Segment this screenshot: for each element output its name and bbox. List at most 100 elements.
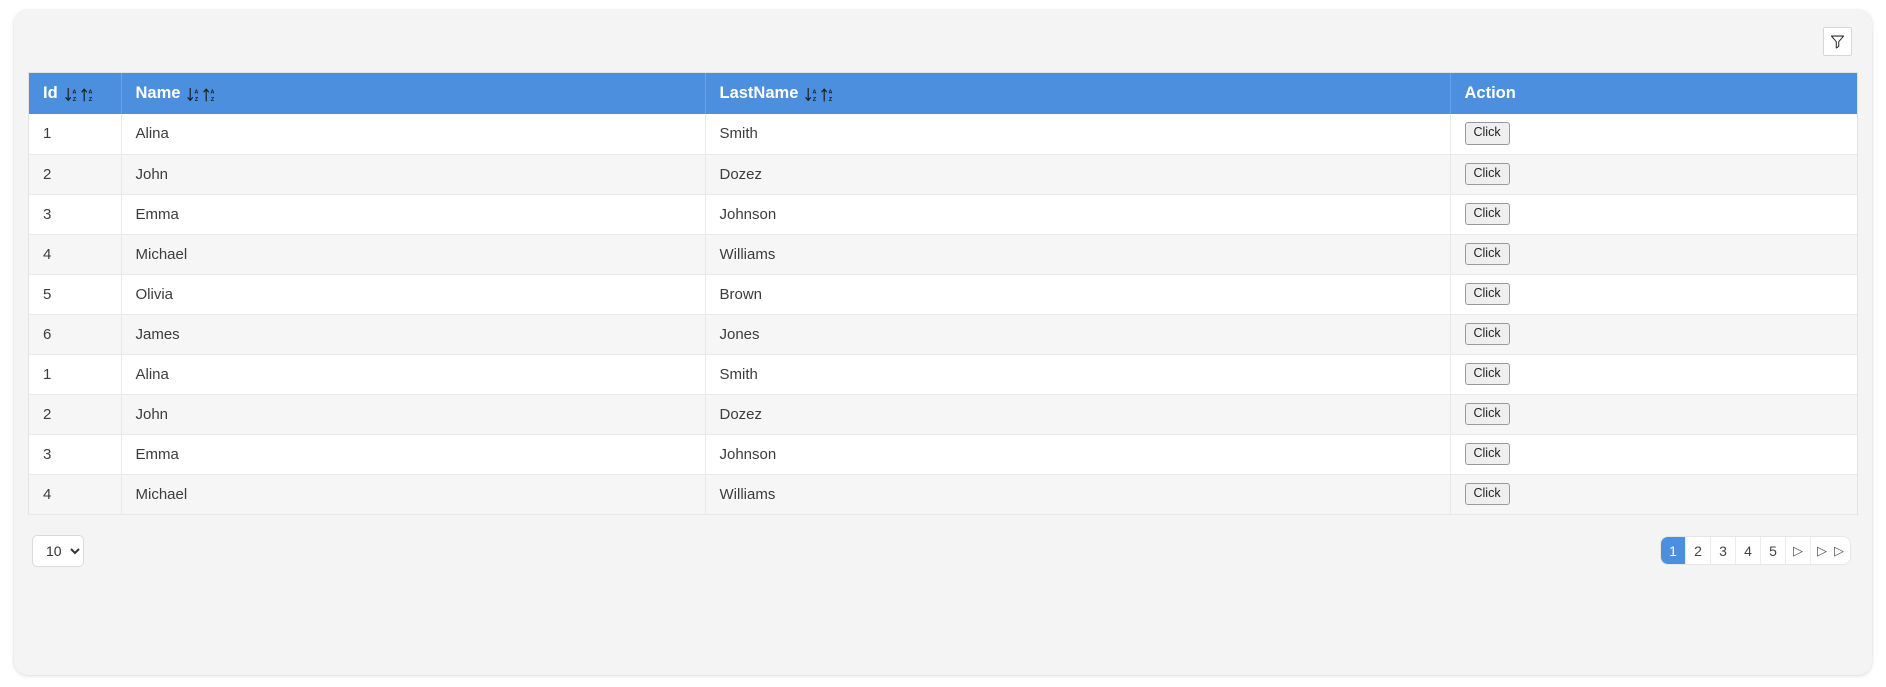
triangle-right-icon: ▷ xyxy=(1793,543,1803,558)
cell-lastname: Smith xyxy=(705,114,1451,155)
table-header-row: Id A Z A Z Name A Z A Z LastName A Z A Z Action xyxy=(29,73,1857,114)
cell-name: James xyxy=(121,314,706,355)
row-click-button[interactable]: Click xyxy=(1464,282,1510,306)
cell-lastname: Williams xyxy=(705,234,1451,275)
table-row: 5 Olivia Brown Click xyxy=(29,274,1857,315)
table-row: 4 Michael Williams Click xyxy=(29,234,1857,275)
row-click-button[interactable]: Click xyxy=(1464,162,1510,186)
cell-name: Alina xyxy=(121,114,706,155)
cell-id: 6 xyxy=(29,314,122,355)
table-row: 3 Emma Johnson Click xyxy=(29,434,1857,475)
svg-text:Z: Z xyxy=(72,97,76,103)
table-footer: 102050100 12345▷▷▷ xyxy=(14,515,1872,587)
svg-text:A: A xyxy=(88,89,92,95)
pagination-next-button[interactable]: ▷ xyxy=(1786,537,1811,564)
cell-name: Emma xyxy=(121,434,706,475)
cell-action: Click xyxy=(1450,474,1857,515)
table-row: 2 John Dozez Click xyxy=(29,154,1857,195)
svg-text:Z: Z xyxy=(88,97,92,103)
column-header-name-label: Name xyxy=(135,84,181,102)
column-header-id-label: Id xyxy=(43,84,58,102)
cell-action: Click xyxy=(1450,114,1857,155)
sort-az-down-icon[interactable]: AZ xyxy=(805,87,818,103)
cell-name: Emma xyxy=(121,194,706,235)
sort-az-up-icon[interactable]: AZ xyxy=(80,87,94,103)
svg-text:Z: Z xyxy=(829,97,833,103)
pagination-page-3[interactable]: 3 xyxy=(1711,537,1736,564)
cell-id: 4 xyxy=(29,234,122,275)
cell-name: John xyxy=(121,394,706,435)
row-click-button[interactable]: Click xyxy=(1464,402,1510,426)
pagination: 1 2 3 4 5 ▷ ▷ ▷ xyxy=(1661,537,1850,564)
cell-id: 2 xyxy=(29,154,122,195)
cell-lastname: Jones xyxy=(705,314,1451,355)
cell-action: Click xyxy=(1450,274,1857,315)
sort-controls-name: AZAZ xyxy=(187,87,216,103)
cell-name: John xyxy=(121,154,706,195)
sort-controls-lastname: AZAZ xyxy=(805,87,834,103)
cell-id: 3 xyxy=(29,434,122,475)
filter-button[interactable] xyxy=(1823,26,1852,56)
svg-text:A: A xyxy=(72,89,76,95)
sort-az-down-icon[interactable]: AZ xyxy=(64,87,78,103)
row-click-button[interactable]: Click xyxy=(1464,242,1510,266)
row-click-button[interactable]: Click xyxy=(1464,362,1510,386)
column-header-action: Action xyxy=(1450,73,1857,114)
column-header-lastname[interactable]: LastName A Z A Z xyxy=(705,73,1451,114)
datatable-card: Id A Z A Z Name A Z A Z LastName A Z A Z Action 1 Al xyxy=(14,10,1872,675)
row-click-button[interactable]: Click xyxy=(1464,322,1510,346)
cell-lastname: Smith xyxy=(705,354,1451,395)
pagination-page-5[interactable]: 5 xyxy=(1761,537,1786,564)
pagination-page-4[interactable]: 4 xyxy=(1736,537,1761,564)
cell-id: 4 xyxy=(29,474,122,515)
row-click-button[interactable]: Click xyxy=(1464,442,1510,466)
data-table: Id A Z A Z Name A Z A Z LastName A Z A Z Action 1 Al xyxy=(29,73,1857,515)
sort-controls-id: AZAZ xyxy=(64,87,94,103)
cell-action: Click xyxy=(1450,234,1857,275)
svg-text:A: A xyxy=(195,89,199,95)
cell-id: 5 xyxy=(29,274,122,315)
pagination-page-2[interactable]: 2 xyxy=(1686,537,1711,564)
cell-id: 3 xyxy=(29,194,122,235)
row-click-button[interactable]: Click xyxy=(1464,202,1510,226)
table-row: 6 James Jones Click xyxy=(29,314,1857,355)
column-header-action-label: Action xyxy=(1464,84,1516,102)
cell-action: Click xyxy=(1450,314,1857,355)
column-header-name[interactable]: Name A Z A Z xyxy=(121,73,706,114)
funnel-icon xyxy=(1830,34,1845,49)
table-row: 1 Alina Smith Click xyxy=(29,354,1857,395)
cell-lastname: Dozez xyxy=(705,154,1451,195)
sort-az-up-icon[interactable]: AZ xyxy=(203,87,216,103)
table-row: 2 John Dozez Click xyxy=(29,394,1857,435)
table-row: 4 Michael Williams Click xyxy=(29,474,1857,515)
cell-lastname: Johnson xyxy=(705,434,1451,475)
column-header-lastname-label: LastName xyxy=(719,84,799,102)
cell-action: Click xyxy=(1450,394,1857,435)
cell-lastname: Williams xyxy=(705,474,1451,515)
svg-text:A: A xyxy=(829,89,833,95)
row-click-button[interactable]: Click xyxy=(1464,122,1510,146)
table-head: Id A Z A Z Name A Z A Z LastName A Z A Z Action xyxy=(29,73,1857,114)
cell-id: 2 xyxy=(29,394,122,435)
cell-lastname: Johnson xyxy=(705,194,1451,235)
svg-text:A: A xyxy=(813,89,817,95)
svg-text:Z: Z xyxy=(211,97,215,103)
triangle-right-icon: ▷ xyxy=(1817,543,1827,558)
cell-action: Click xyxy=(1450,194,1857,235)
table-body: 1 Alina Smith Click 2 John Dozez Click 3 Emma John… xyxy=(29,114,1857,515)
sort-az-down-icon[interactable]: AZ xyxy=(187,87,200,103)
triangle-right-icon: ▷ xyxy=(1834,543,1844,558)
cell-action: Click xyxy=(1450,154,1857,195)
table-container: Id A Z A Z Name A Z A Z LastName A Z A Z Action 1 Al xyxy=(28,72,1858,515)
cell-id: 1 xyxy=(29,354,122,395)
page-root: Id A Z A Z Name A Z A Z LastName A Z A Z Action 1 Al xyxy=(0,0,1886,687)
table-row: 3 Emma Johnson Click xyxy=(29,194,1857,235)
pagination-last-button[interactable]: ▷ ▷ xyxy=(1811,537,1850,564)
row-click-button[interactable]: Click xyxy=(1464,482,1510,506)
cell-action: Click xyxy=(1450,434,1857,475)
svg-text:Z: Z xyxy=(813,97,817,103)
column-header-id[interactable]: Id A Z A Z xyxy=(29,73,122,114)
page-size-select[interactable]: 102050100 xyxy=(32,534,84,567)
sort-az-up-icon[interactable]: AZ xyxy=(821,87,834,103)
pagination-page-1[interactable]: 1 xyxy=(1661,537,1686,564)
